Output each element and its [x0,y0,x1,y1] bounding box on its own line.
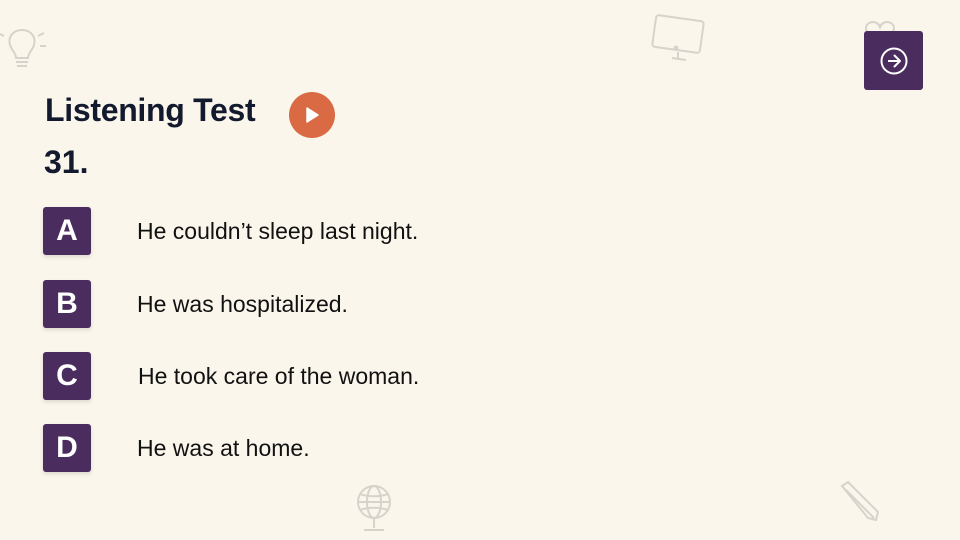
option-letter-badge[interactable]: A [43,207,91,255]
play-icon [306,107,319,123]
option-letter-badge[interactable]: B [43,280,91,328]
monitor-icon [648,14,708,64]
arrow-right-circle-icon [880,47,907,74]
play-audio-button[interactable] [289,92,335,138]
answer-option-b[interactable]: B He was hospitalized. [43,280,348,328]
option-text[interactable]: He couldn’t sleep last night. [137,218,418,245]
option-letter-badge[interactable]: C [43,352,91,400]
answer-option-a[interactable]: A He couldn’t sleep last night. [43,207,418,255]
lightbulb-icon [0,22,48,74]
option-text[interactable]: He was at home. [137,435,310,462]
globe-icon [352,478,398,538]
option-text[interactable]: He was hospitalized. [137,291,348,318]
option-text[interactable]: He took care of the woman. [138,363,419,390]
answer-option-c[interactable]: C He took care of the woman. [43,352,419,400]
option-letter-badge[interactable]: D [43,424,91,472]
next-button[interactable] [864,31,923,90]
page-title: Listening Test [45,92,256,128]
pencil-icon [836,478,882,524]
question-number: 31. [44,144,89,180]
answer-option-d[interactable]: D He was at home. [43,424,310,472]
